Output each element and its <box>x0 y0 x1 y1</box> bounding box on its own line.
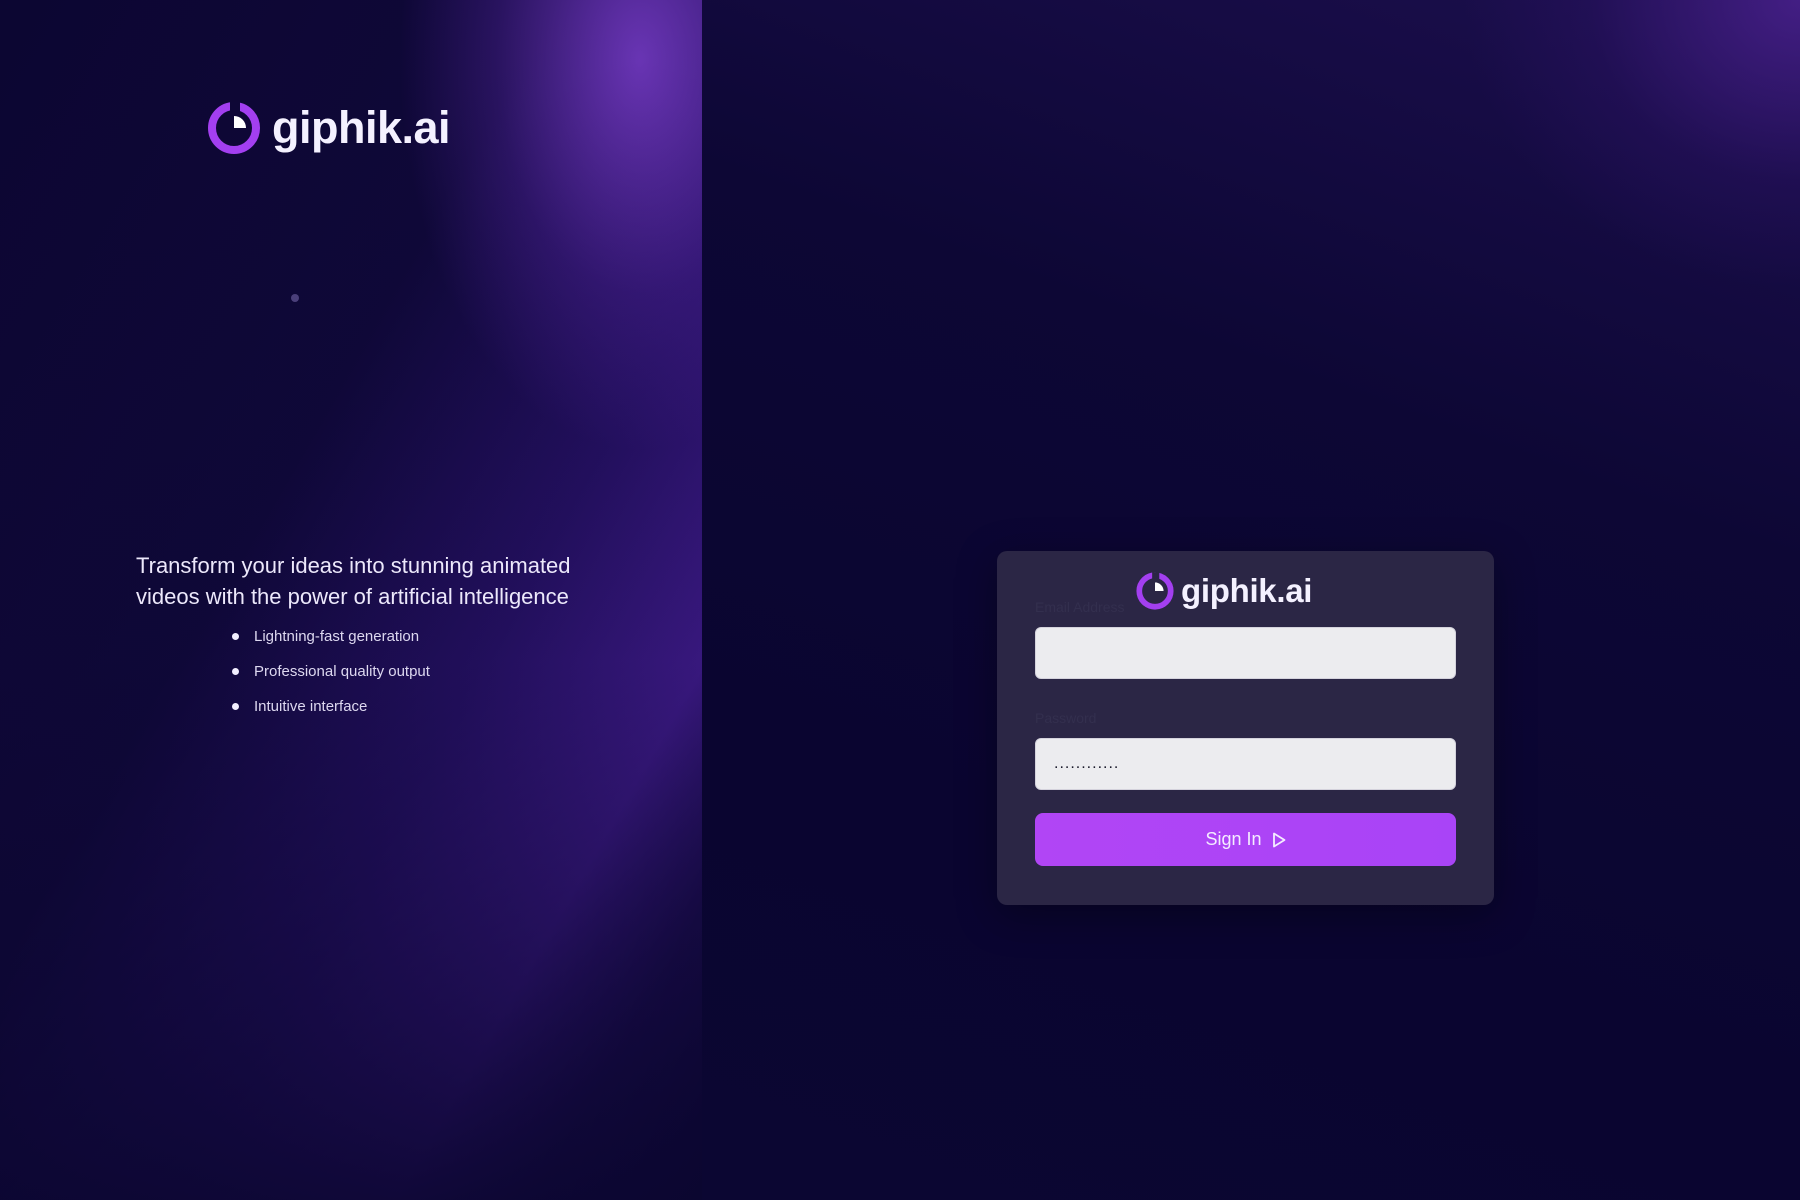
card-brand-name: giphik.ai <box>1181 572 1313 609</box>
sign-in-label: Sign In <box>1205 829 1262 849</box>
brand-logo: giphik.ai <box>206 100 451 156</box>
password-field[interactable] <box>1035 738 1456 790</box>
login-page: giphik.ai Transform your ideas into stun… <box>0 0 1800 1200</box>
feature-item: Professional quality output <box>232 654 430 689</box>
feature-item: Lightning-fast generation <box>232 619 430 654</box>
hero-tagline: Transform your ideas into stunning anima… <box>136 553 571 609</box>
email-field[interactable] <box>1035 627 1456 679</box>
giphik-logo-icon <box>1136 572 1174 610</box>
play-outline-icon <box>1272 832 1285 847</box>
feature-list: Lightning-fast generation Professional q… <box>232 619 430 724</box>
bullet-icon <box>232 633 239 640</box>
brand-name: giphik.ai <box>272 102 451 153</box>
card-brand-logo: giphik.ai <box>1135 571 1312 611</box>
login-card: giphik.ai Email Address Password Sign In <box>997 551 1494 905</box>
loading-dot <box>291 294 299 302</box>
feature-item: Intuitive interface <box>232 689 430 724</box>
bullet-icon <box>232 668 239 675</box>
feature-text: Intuitive interface <box>254 698 368 715</box>
feature-text: Professional quality output <box>254 663 430 680</box>
password-label: Password <box>1035 710 1097 726</box>
email-label: Email Address <box>1035 599 1125 615</box>
giphik-logo-icon <box>208 102 260 154</box>
hero-content: giphik.ai Transform your ideas into stun… <box>0 0 702 1200</box>
sign-in-button[interactable]: Sign In <box>1035 813 1456 866</box>
feature-text: Lightning-fast generation <box>254 628 420 645</box>
bullet-icon <box>232 703 239 710</box>
